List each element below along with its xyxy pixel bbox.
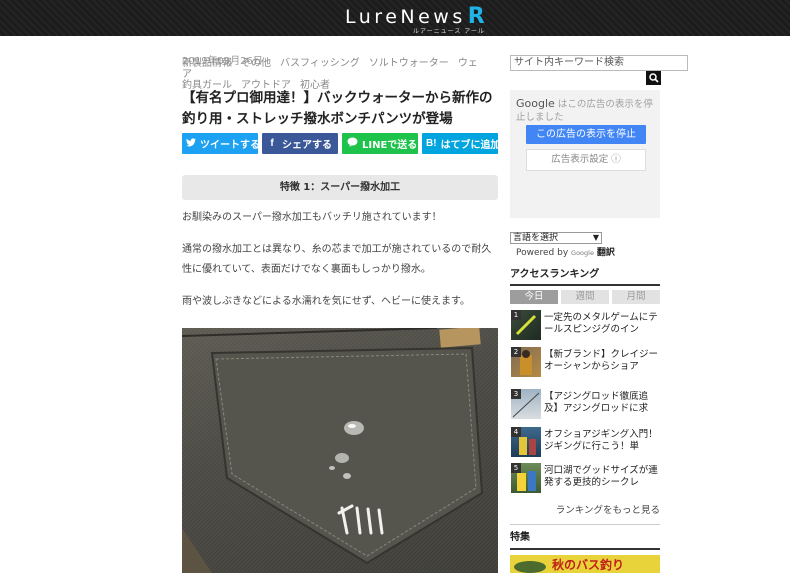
feature-banner-text: 秋のバス釣り	[552, 558, 625, 572]
ranking-more-link[interactable]: ランキングをもっと見る	[510, 502, 660, 525]
facebook-label: シェアする	[282, 140, 332, 151]
google-label: Google	[516, 97, 555, 110]
language-select-value: 言語を選択	[513, 233, 559, 243]
site-search-input[interactable]: サイト内キーワード検索	[510, 55, 688, 71]
ranking-title: 一定先のメタルゲームにテールスピンジグのイン	[544, 312, 658, 335]
ranking-item[interactable]: 4 オフショアジギング入門！ジギングに行こう！単	[510, 427, 660, 460]
rank-number: 4	[511, 427, 521, 437]
tab-monthly[interactable]: 月間	[612, 290, 660, 304]
tweet-button[interactable]: ツイートする	[182, 133, 260, 154]
tag-link[interactable]: その他	[241, 58, 271, 69]
powered-by-text: Powered by	[516, 248, 569, 258]
logo-subtitle: ルアーニュース アール	[413, 28, 485, 35]
ranking-title: 【アジングロッド徹底追及】アジングロッドに求	[544, 391, 649, 414]
article-title: 【有名プロ御用達！】バックウォーターから新作の釣り用・ストレッチ撥水ボンチパンツ…	[182, 90, 493, 127]
rank-number: 5	[511, 463, 521, 473]
ranking-item[interactable]: 1 一定先のメタルゲームにテールスピンジグのイン	[510, 310, 660, 343]
chevron-down-icon: ▼	[592, 233, 599, 242]
site-header: LureNewsR ルアーニュース アール	[0, 0, 790, 36]
ranking-item[interactable]: 3 【アジングロッド徹底追及】アジングロッドに求	[510, 389, 660, 422]
paragraph: 通常の撥水加工とは異なり、糸の芯まで加工が施されているので耐久性に優れていて、表…	[182, 244, 492, 275]
ranking-item[interactable]: 2 【新ブランド】クレイジーオーシャンからショア	[510, 347, 660, 380]
line-icon	[346, 137, 358, 150]
ranking-tabs: 今日 週間 月間	[510, 290, 660, 304]
tag-link[interactable]: 新製品情報	[182, 58, 232, 69]
language-select[interactable]: 言語を選択 ▼	[510, 232, 602, 244]
ranking-item[interactable]: 5 河口湖でグッドサイズが連発する更技的シークレ	[510, 463, 660, 496]
ad-settings-button[interactable]: 広告表示設定 ⓘ	[526, 149, 646, 171]
tag-link[interactable]: バスフィッシング	[280, 58, 360, 69]
ranking-heading: アクセスランキング	[510, 265, 660, 286]
google-ad-panel: Google はこの広告の表示を停止しました この広告の表示を停止 広告表示設定…	[510, 90, 660, 218]
tab-weekly[interactable]: 週間	[561, 290, 609, 304]
article-tags: 新製品情報 その他 バスフィッシング ソルトウォーター ウェア 釣具ガール アウトドア 初心…	[182, 58, 492, 91]
paragraph: お馴染みのスーパー撥水加工もバッチリ施されています！	[182, 212, 442, 223]
article-photo-pants	[182, 328, 498, 573]
hatena-icon: B!	[426, 138, 437, 149]
facebook-share-button[interactable]: f シェアする	[262, 133, 338, 154]
facebook-icon: f	[270, 138, 274, 149]
line-share-button[interactable]: LINEで送る	[342, 133, 418, 154]
twitter-icon	[186, 137, 196, 150]
rank-number: 2	[511, 347, 521, 357]
tag-link[interactable]: ソルトウォーター	[369, 58, 449, 69]
feature-heading: 特集	[510, 528, 660, 550]
powered-by-google-translate: Powered by Google 翻訳	[516, 245, 615, 258]
tweet-label: ツイートする	[200, 140, 260, 151]
paragraph: 雨や波しぶきなどによる水濡れを気にせず、ヘビーに使えます。	[182, 296, 470, 307]
ranking-title: オフショアジギング入門！ジギングに行こう！単	[544, 429, 658, 452]
feature-banner[interactable]: 秋のバス釣り	[510, 555, 660, 573]
rank-number: 3	[511, 389, 521, 399]
rank-number: 1	[511, 310, 521, 320]
search-button[interactable]	[646, 71, 661, 85]
search-icon	[648, 73, 659, 83]
fish-icon	[514, 561, 546, 573]
line-label: LINEで送る	[362, 140, 418, 151]
ad-stopped-message: Google はこの広告の表示を停止しました	[516, 97, 656, 124]
logo-text: LureNews	[345, 6, 466, 28]
ranking-title: 河口湖でグッドサイズが連発する更技的シークレ	[544, 465, 658, 488]
stop-ad-button[interactable]: この広告の表示を停止	[526, 125, 646, 144]
section-heading: 特徴 1：スーパー撥水加工	[182, 175, 498, 200]
hatena-bookmark-button[interactable]: B! はてブに追加	[422, 133, 501, 154]
google-small-logo: Google	[571, 249, 594, 257]
ranking-title: 【新ブランド】クレイジーオーシャンからショア	[544, 349, 659, 372]
tab-today[interactable]: 今日	[510, 290, 558, 304]
translate-link[interactable]: 翻訳	[597, 248, 615, 258]
hatena-label: はてブに追加	[440, 140, 501, 151]
